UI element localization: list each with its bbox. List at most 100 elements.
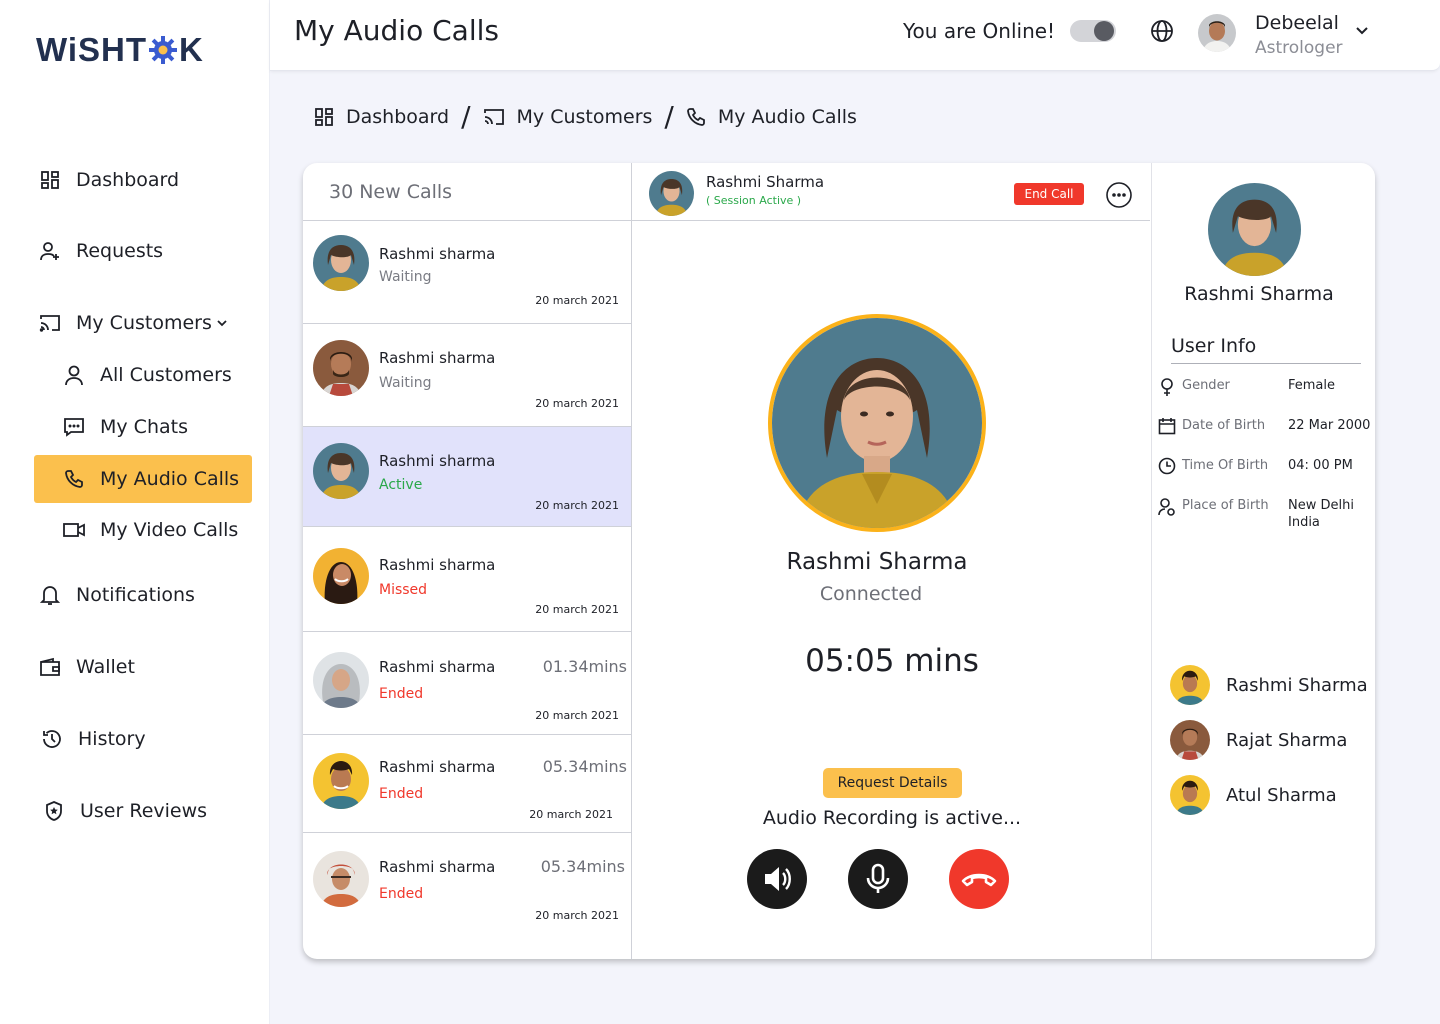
info-date-of-birth: Date of Birth 22 Mar 2000 (1158, 417, 1373, 447)
location-user-icon (1158, 497, 1176, 517)
clock-icon (1158, 457, 1176, 475)
call-row[interactable]: Rashmi sharma Ended 05.34mins 20 march 2… (303, 735, 631, 833)
breadcrumb-my-audio-calls[interactable]: My Audio Calls (718, 106, 857, 128)
cast-icon (483, 107, 505, 127)
call-row[interactable]: Rashmi sharma Ended 05.34mins 20 march 2… (303, 833, 631, 934)
page-title: My Audio Calls (294, 14, 499, 47)
gear-logo-icon (149, 36, 178, 64)
breadcrumb-my-customers[interactable]: My Customers (517, 106, 653, 128)
chat-icon (62, 415, 86, 439)
call-date: 20 march 2021 (529, 808, 613, 821)
sidebar-item-all-customers[interactable]: All Customers (62, 363, 232, 387)
call-date: 20 march 2021 (535, 709, 619, 722)
breadcrumb: Dashboard / My Customers / My Audio Call… (314, 100, 857, 133)
breadcrumb-separator: / (461, 100, 471, 133)
chevron-down-icon (217, 320, 227, 327)
sidebar-item-label: User Reviews (80, 800, 208, 822)
session-caller-name: Rashmi Sharma (706, 173, 825, 191)
avatar (313, 753, 369, 809)
caller-name: Rashmi sharma (379, 349, 496, 367)
avatar (1170, 775, 1210, 815)
info-label: Place of Birth (1182, 498, 1269, 513)
sidebar-item-dashboard[interactable]: Dashboard (38, 168, 179, 192)
shield-star-icon (42, 799, 66, 823)
sidebar-item-requests[interactable]: Requests (38, 239, 163, 263)
call-status: Ended (379, 886, 424, 902)
info-value: 04: 00 PM (1288, 458, 1353, 473)
sidebar-item-label: My Audio Calls (100, 468, 240, 490)
speaker-icon (760, 862, 794, 896)
breadcrumb-separator: / (664, 100, 674, 133)
phone-icon (686, 107, 706, 127)
call-header: Rashmi Sharma ( Session Active ) End Cal… (632, 163, 1150, 221)
caller-name: Rashmi sharma (379, 245, 496, 263)
user-avatar[interactable] (1198, 14, 1236, 52)
sidebar-item-my-video-calls[interactable]: My Video Calls (62, 518, 238, 542)
call-list: 30 New Calls Rashmi sharma Waiting 20 ma… (303, 163, 632, 959)
phone-hangup-icon (960, 869, 998, 889)
sidebar-item-my-chats[interactable]: My Chats (62, 415, 188, 439)
call-date: 20 march 2021 (535, 909, 619, 922)
info-time-of-birth: Time Of Birth 04: 00 PM (1158, 457, 1373, 487)
caller-name: Rashmi sharma (379, 556, 496, 574)
info-place-of-birth: Place of Birth New Delhi India (1158, 497, 1373, 537)
call-date: 20 march 2021 (535, 603, 619, 616)
sidebar-item-user-reviews[interactable]: User Reviews (42, 799, 207, 823)
sidebar-item-wallet[interactable]: Wallet (38, 655, 135, 679)
contact-item[interactable]: Atul Sharma (1170, 775, 1337, 815)
sidebar: WiSHT K Dashboard Requests My Customers … (0, 0, 270, 1024)
dashboard-icon (38, 168, 62, 192)
sidebar-item-my-customers[interactable]: My Customers (38, 311, 228, 335)
active-call-panel: Rashmi Sharma ( Session Active ) End Cal… (632, 163, 1152, 959)
call-status: Active (379, 477, 423, 493)
info-label: Gender (1182, 378, 1230, 393)
user-name: Debeelal (1255, 12, 1339, 34)
more-options-icon[interactable] (1106, 182, 1132, 208)
call-status: Ended (379, 786, 424, 802)
mute-button[interactable] (848, 849, 908, 909)
call-duration: 05.34mins (542, 757, 627, 776)
call-date: 20 march 2021 (535, 499, 619, 512)
sidebar-item-my-audio-calls[interactable]: My Audio Calls (34, 455, 252, 503)
user-info-heading: User Info (1171, 335, 1257, 357)
bell-icon (38, 583, 62, 607)
call-row[interactable]: Rashmi sharma Waiting 20 march 2021 (303, 221, 631, 324)
hang-up-button[interactable] (949, 849, 1009, 909)
session-status: ( Session Active ) (706, 194, 802, 207)
avatar (1170, 720, 1210, 760)
contact-item[interactable]: Rashmi Sharma (1170, 665, 1368, 705)
online-status-text: You are Online! (903, 19, 1056, 43)
logo-text-left: WiSHT (36, 31, 148, 68)
contact-name: Rajat Sharma (1226, 729, 1348, 751)
avatar (649, 171, 694, 216)
contact-item[interactable]: Rajat Sharma (1170, 720, 1347, 760)
call-duration: 05.34mins (540, 857, 625, 876)
globe-icon[interactable] (1150, 19, 1174, 43)
sidebar-item-label: Dashboard (76, 169, 180, 191)
call-row[interactable]: Rashmi sharma Waiting 20 march 2021 (303, 324, 631, 427)
end-call-button[interactable]: End Call (1014, 183, 1084, 205)
sidebar-item-notifications[interactable]: Notifications (38, 583, 195, 607)
wishtok-logo[interactable]: WiSHT K (36, 30, 204, 70)
online-toggle[interactable] (1070, 20, 1116, 42)
call-row[interactable]: Rashmi sharma Missed 20 march 2021 (303, 527, 631, 632)
user-role: Astrologer (1255, 38, 1343, 58)
divider (1171, 363, 1361, 364)
info-label: Date of Birth (1182, 418, 1266, 433)
caller-name: Rashmi sharma (379, 658, 496, 676)
breadcrumb-dashboard[interactable]: Dashboard (346, 106, 449, 128)
chevron-down-icon[interactable] (1354, 24, 1370, 38)
request-details-button[interactable]: Request Details (823, 768, 962, 798)
call-row[interactable]: Rashmi sharma Active 20 march 2021 (303, 427, 631, 527)
speaker-button[interactable] (747, 849, 807, 909)
call-row[interactable]: Rashmi sharma Ended 01.34mins 20 march 2… (303, 632, 631, 735)
contact-name: Rashmi Sharma (1226, 674, 1368, 696)
cast-icon (38, 311, 62, 335)
sidebar-item-label: Wallet (76, 656, 135, 678)
caller-name-large: Rashmi Sharma (786, 549, 968, 575)
sidebar-item-history[interactable]: History (40, 727, 146, 751)
video-icon (62, 518, 86, 542)
sidebar-item-label: My Customers (76, 312, 212, 334)
user-icon (62, 363, 86, 387)
avatar (313, 443, 369, 499)
